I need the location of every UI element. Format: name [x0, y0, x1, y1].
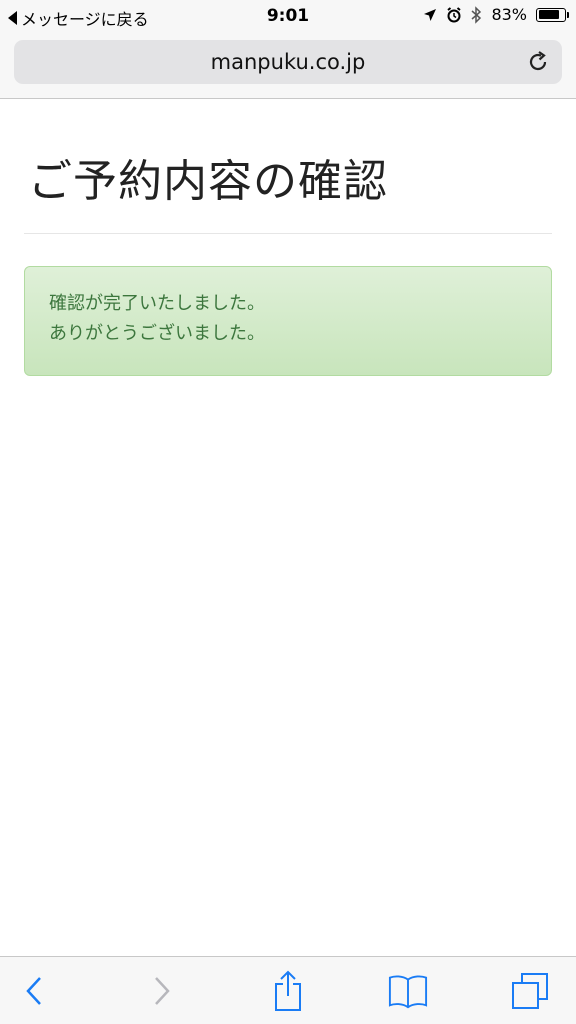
- back-button[interactable]: [14, 971, 54, 1011]
- battery-percent: 83%: [491, 5, 527, 24]
- tabs-icon: [512, 973, 548, 1009]
- tabs-button[interactable]: [510, 971, 550, 1011]
- title-divider: [24, 233, 552, 234]
- url-text[interactable]: manpuku.co.jp: [14, 50, 562, 74]
- forward-icon: [155, 977, 170, 1005]
- address-bar[interactable]: manpuku.co.jp: [14, 40, 562, 84]
- page-title: ご予約内容の確認: [28, 156, 388, 207]
- bookmarks-button[interactable]: [388, 971, 428, 1011]
- battery-fill: [538, 10, 560, 19]
- location-arrow-icon: [424, 8, 437, 21]
- share-button[interactable]: [268, 970, 308, 1011]
- battery-icon: [536, 7, 569, 22]
- alarm-icon: [447, 6, 462, 22]
- share-icon: [275, 970, 301, 1011]
- success-alert: 確認が完了いたしました。 ありがとうございました。: [24, 266, 552, 376]
- status-bar: メッセージに戻る 9:01 83%: [0, 0, 576, 34]
- back-icon: [26, 977, 41, 1005]
- browser-url-area: manpuku.co.jp: [0, 34, 576, 99]
- alert-line-1: 確認が完了いたしました。: [49, 293, 265, 314]
- alert-line-2: ありがとうございました。: [49, 323, 265, 344]
- bluetooth-icon: [471, 5, 482, 24]
- reload-icon[interactable]: [526, 50, 550, 74]
- bookmarks-icon: [388, 975, 428, 1009]
- browser-toolbar: [0, 956, 576, 1024]
- forward-button[interactable]: [142, 971, 182, 1011]
- status-indicators: 83%: [423, 5, 569, 24]
